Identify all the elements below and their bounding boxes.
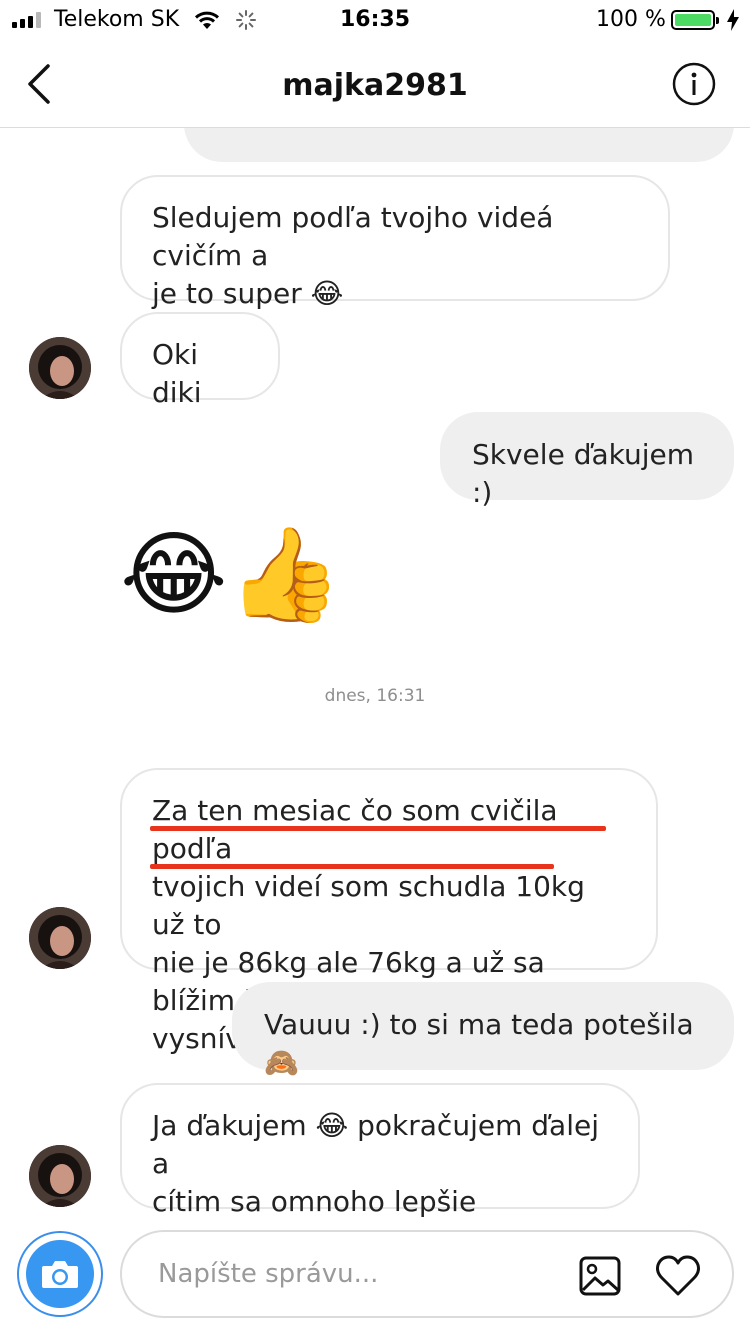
battery-percentage: 100 % bbox=[596, 7, 666, 32]
message-bubble-incoming[interactable]: Ja ďakujem 😂 pokračujem ďalej a cítim sa… bbox=[120, 1083, 640, 1218]
highlight-underline bbox=[150, 864, 554, 869]
gallery-icon[interactable] bbox=[578, 1254, 622, 1298]
message-bubble-incoming[interactable]: Za ten mesiac čo som cvičila podľa tvoji… bbox=[120, 768, 658, 1055]
conversation-title[interactable]: majka2981 bbox=[0, 68, 750, 103]
message-composer bbox=[120, 1230, 734, 1318]
message-text-line: Sledujem podľa tvojho videá cvičím a bbox=[152, 201, 554, 272]
charging-bolt-icon bbox=[727, 9, 739, 31]
message-text-line: Vauuu :) to si ma teda potešila 🙈 bbox=[264, 1008, 694, 1079]
message-input[interactable] bbox=[158, 1252, 558, 1296]
message-text-line: tvojich videí som schudla 10kg už to bbox=[152, 870, 585, 941]
message-bubble-incoming[interactable]: Sledujem podľa tvojho videá cvičím a je … bbox=[120, 175, 670, 310]
message-text-line: Ja ďakujem 😂 pokračujem ďalej a bbox=[152, 1109, 599, 1180]
message-text-line: Skvele ďakujem :) bbox=[472, 438, 695, 509]
message-text-line: Oki diki bbox=[152, 338, 202, 409]
avatar[interactable] bbox=[29, 1145, 91, 1207]
highlight-underline bbox=[150, 826, 606, 831]
camera-button[interactable] bbox=[17, 1231, 103, 1317]
heart-icon[interactable] bbox=[654, 1252, 702, 1298]
camera-icon bbox=[42, 1261, 78, 1288]
message-bubble-outgoing[interactable]: Vauuu :) to si ma teda potešila 🙈 bbox=[232, 982, 734, 1079]
emoji-message[interactable]: 😂👍 bbox=[120, 520, 342, 630]
message-text-line: je to super 😂 bbox=[152, 277, 344, 310]
chat-header: majka2981 bbox=[0, 40, 750, 128]
message-bubble-incoming[interactable]: Oki diki bbox=[120, 312, 280, 409]
avatar[interactable] bbox=[29, 907, 91, 969]
message-bubble-outgoing[interactable]: Skvele ďakujem :) bbox=[440, 412, 734, 509]
status-bar: Telekom SK 16:35 100 % bbox=[0, 0, 750, 40]
info-icon[interactable] bbox=[672, 62, 716, 106]
battery-icon bbox=[671, 10, 719, 30]
avatar[interactable] bbox=[29, 337, 91, 399]
message-text-line: cítim sa omnoho lepšie bbox=[152, 1185, 477, 1218]
timestamp: dnes, 16:31 bbox=[324, 686, 426, 706]
